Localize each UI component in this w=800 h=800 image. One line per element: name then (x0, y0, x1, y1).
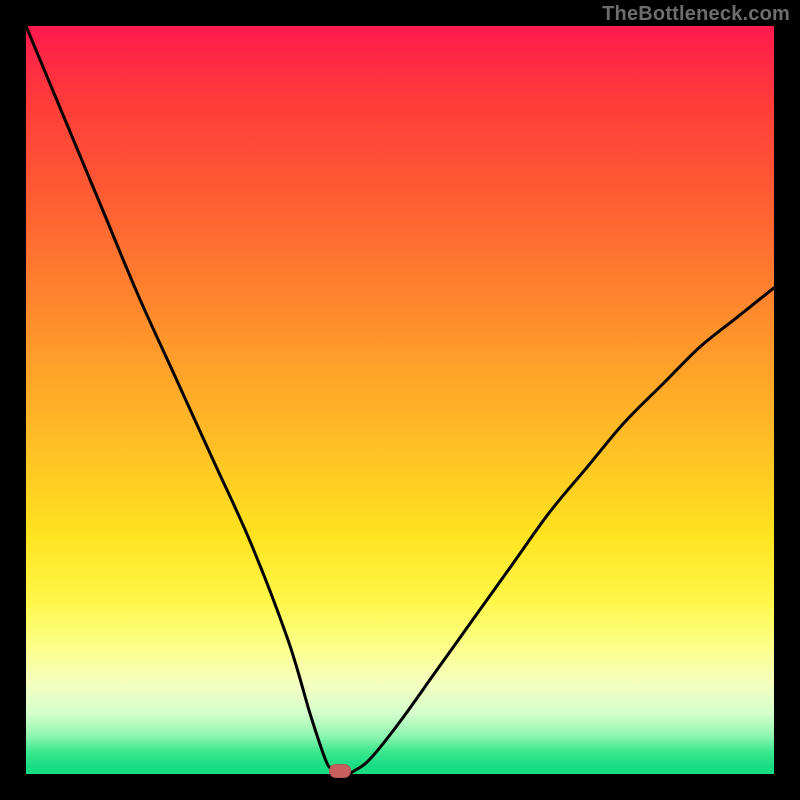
plot-area (26, 26, 774, 774)
watermark-text: TheBottleneck.com (602, 3, 790, 26)
bottleneck-curve (26, 26, 774, 774)
chart-frame: TheBottleneck.com (0, 0, 800, 800)
optimal-point-marker (329, 764, 351, 778)
